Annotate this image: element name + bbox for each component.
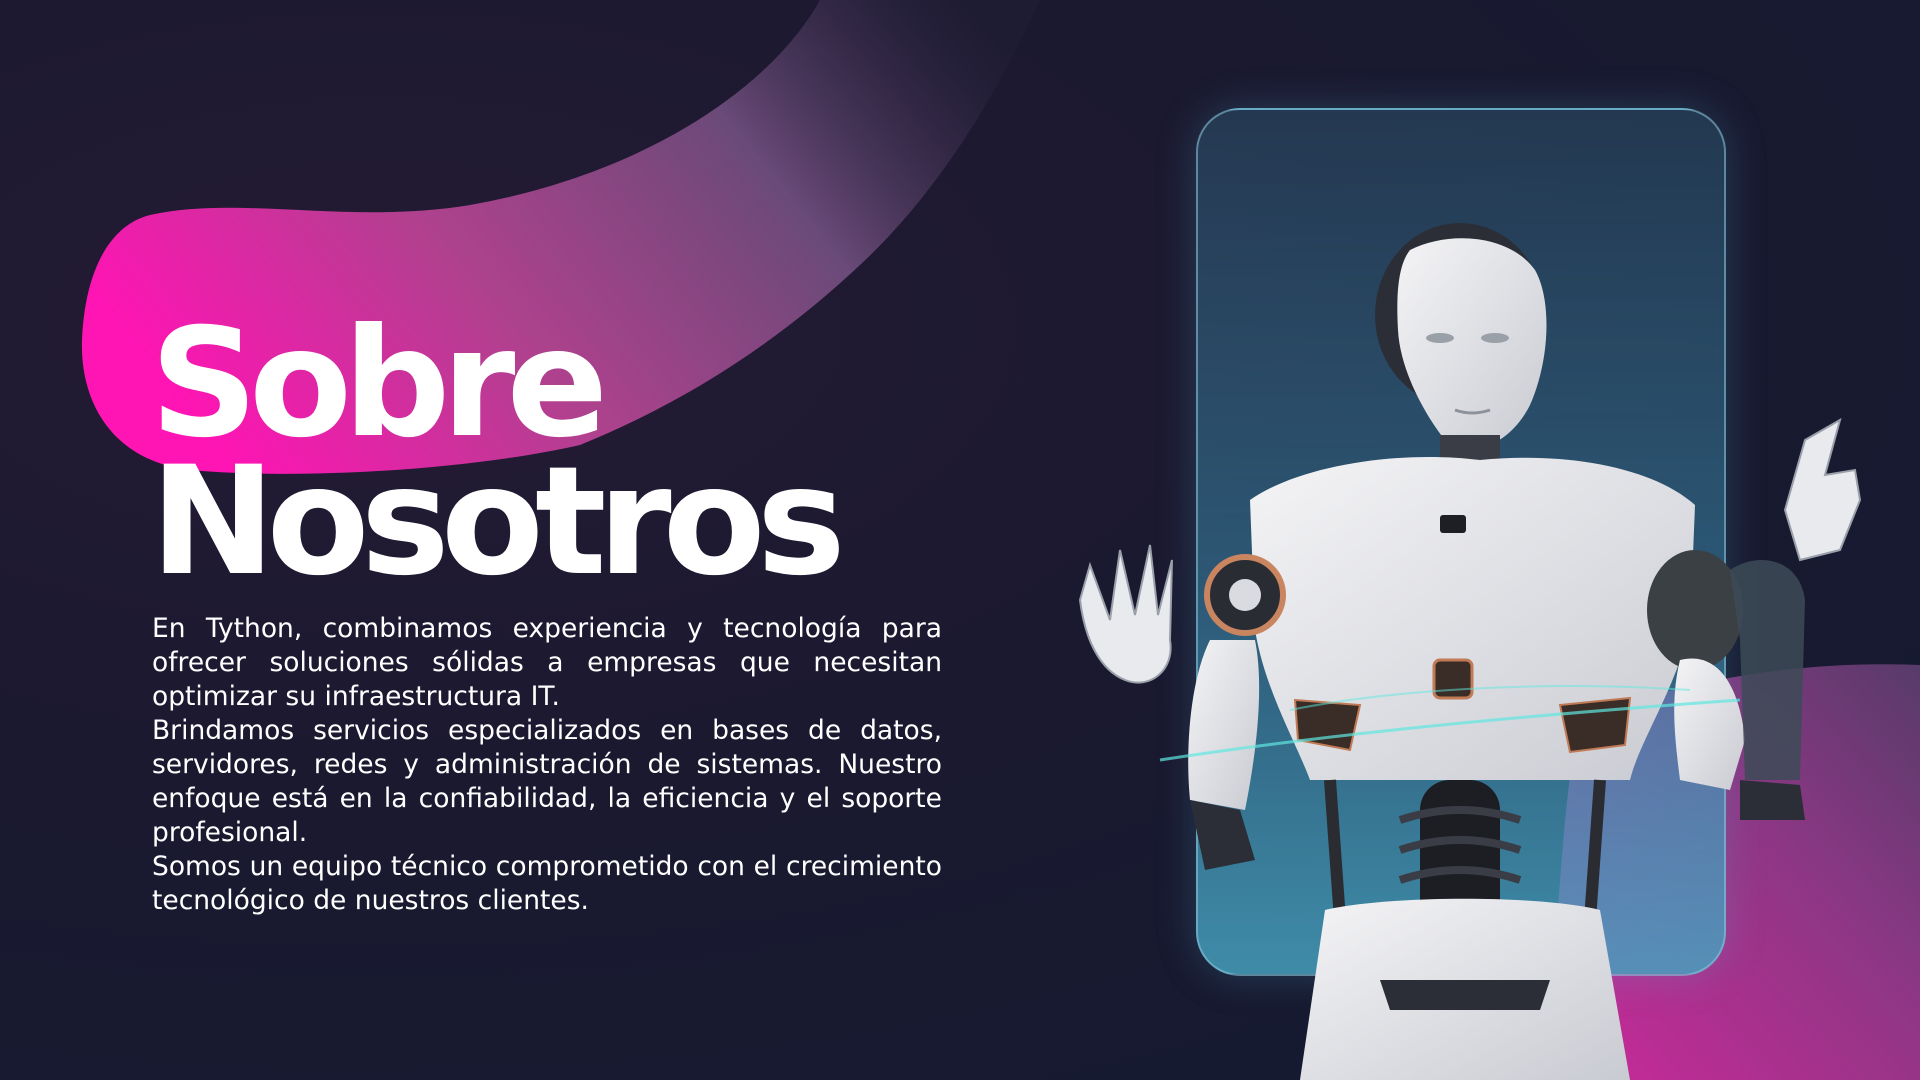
robot-face xyxy=(1397,238,1547,449)
robot-shoulder-right xyxy=(1647,550,1743,670)
humanoid-robot-image xyxy=(1078,223,1862,1080)
robot-hand-right xyxy=(1783,417,1862,562)
title-line-1: Sobre xyxy=(150,297,608,471)
robot-hand-left xyxy=(1078,544,1173,684)
paragraph-2: Brindamos servicios especializados en ba… xyxy=(152,715,942,848)
robot-arm-right xyxy=(1674,658,1745,790)
robot-arm-left xyxy=(1188,640,1260,810)
page-title: Sobre Nosotros xyxy=(150,297,846,609)
paragraph-1: En Tython, combinamos experiencia y tecn… xyxy=(152,613,942,712)
about-description: En Tython, combinamos experiencia y tecn… xyxy=(152,612,942,918)
paragraph-3: Somos un equipo técnico comprometido con… xyxy=(152,851,942,916)
title-line-2: Nosotros xyxy=(150,435,846,609)
